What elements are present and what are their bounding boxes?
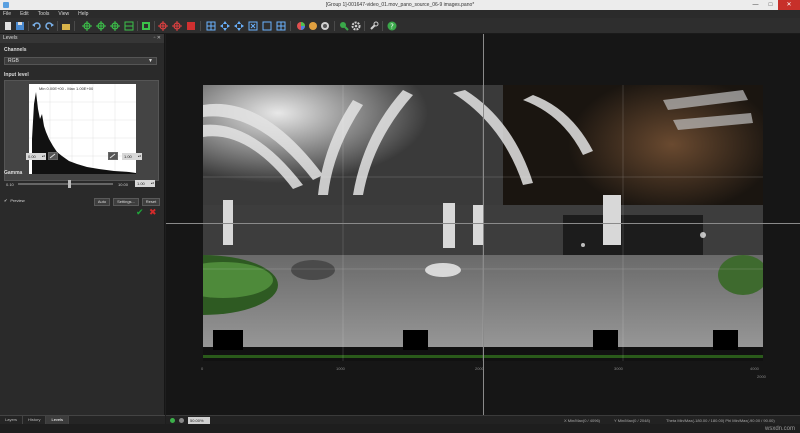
input-max-field[interactable]: 1.00 ▴▾	[122, 153, 142, 160]
reset-button[interactable]: Reset	[142, 198, 160, 206]
view-fit-icon[interactable]	[248, 21, 258, 31]
ruler-x-2000: 2000	[475, 366, 484, 371]
panel-tabs: Layers History Levels	[0, 415, 165, 424]
chevron-down-icon: ▼	[148, 58, 153, 64]
exposure-icon[interactable]	[308, 21, 318, 31]
input-min-field[interactable]: 0.00 ▴▾	[26, 153, 46, 160]
ruler-y-2000: 2000	[757, 374, 766, 379]
open-icon[interactable]	[61, 21, 71, 31]
menu-bar: File Edit Tools View Help	[0, 10, 800, 18]
search-icon[interactable]	[339, 21, 349, 31]
eyedropper-icon	[109, 153, 116, 159]
panel-header: Levels ▫ ✕	[0, 34, 164, 43]
input-min-value: 0.00	[28, 154, 36, 159]
stitch-icon[interactable]	[320, 21, 330, 31]
rotate-tool-icon[interactable]	[96, 21, 106, 31]
tab-levels[interactable]: Levels	[46, 416, 70, 424]
gamma-label: Gamma	[4, 170, 23, 176]
gamma-min-label: 0.10	[6, 182, 14, 187]
svg-text:?: ?	[390, 23, 394, 31]
gamma-value-field[interactable]: 1.00 ▴▾	[135, 180, 155, 187]
status-ok-icon	[170, 418, 175, 423]
panel-title: Levels	[3, 35, 18, 41]
channels-label: Channels	[4, 47, 27, 53]
minimize-button[interactable]: —	[748, 0, 763, 10]
menu-tools[interactable]: Tools	[38, 10, 50, 18]
crop-tool-icon[interactable]	[141, 21, 151, 31]
new-project-icon[interactable]	[3, 21, 13, 31]
status-bar: 50.00% X Min/Max(0 / 4096) Y Min/Max(0 /…	[166, 415, 800, 424]
view-top-icon[interactable]	[206, 21, 216, 31]
color-correction-icon[interactable]	[296, 21, 306, 31]
check-icon: ✔	[4, 198, 8, 203]
input-level-label: Input level	[4, 72, 29, 78]
preview-checkbox[interactable]: ✔ Preview	[4, 198, 25, 203]
white-point-picker[interactable]	[108, 152, 118, 160]
align-tool-icon[interactable]	[110, 21, 120, 31]
channels-value: RGB	[8, 58, 19, 64]
maximize-button[interactable]: □	[763, 0, 778, 10]
move-tool-icon[interactable]	[82, 21, 92, 31]
tab-history[interactable]: History	[23, 416, 47, 424]
auto-button[interactable]: Auto	[94, 198, 110, 206]
window-title: [Group 1]-001647-video_01.mov_pano_sourc…	[325, 2, 475, 8]
menu-edit[interactable]: Edit	[20, 10, 29, 18]
gamma-slider-handle[interactable]	[68, 180, 71, 188]
wrench-icon[interactable]	[369, 21, 379, 31]
view-actual-icon[interactable]	[262, 21, 272, 31]
histogram-graph	[29, 84, 136, 174]
menu-view[interactable]: View	[58, 10, 69, 18]
toolbar: ?	[0, 18, 800, 34]
undo-icon[interactable]	[32, 21, 42, 31]
zoom-field[interactable]: 50.00%	[188, 417, 210, 424]
view-grid-icon[interactable]	[276, 21, 286, 31]
window-titlebar: [Group 1]-001647-video_01.mov_pano_sourc…	[0, 0, 800, 10]
histogram-plot[interactable]: Min 0.00E+00 - Max 1.00E+00	[29, 84, 136, 174]
save-icon[interactable]	[15, 21, 25, 31]
status-angles: Theta Min/Max(-180.00 / 180.00) Phi Min/…	[666, 418, 775, 423]
ruler-x-0: 0	[201, 366, 204, 371]
help-icon[interactable]: ?	[387, 21, 397, 31]
bottom-strip: wsxdn.com	[0, 424, 800, 433]
eyedropper-icon	[49, 153, 56, 159]
tab-layers[interactable]: Layers	[0, 416, 24, 424]
mask-tool-icon[interactable]	[158, 21, 168, 31]
apply-check-icon[interactable]: ✔	[136, 208, 145, 217]
close-button[interactable]: ✕	[778, 0, 800, 10]
erase-mask-icon[interactable]	[172, 21, 182, 31]
gamma-value: 1.00	[137, 181, 145, 186]
panel-close-icon[interactable]: ▫ ✕	[154, 34, 161, 43]
gamma-slider-track[interactable]	[18, 183, 113, 185]
settings-button[interactable]: Settings...	[113, 198, 139, 206]
ruler-x-4000: 4000	[750, 366, 759, 371]
watermark: wsxdn.com	[764, 426, 795, 432]
gamma-max-label: 10.00	[118, 182, 129, 187]
clear-mask-icon[interactable]	[186, 21, 196, 31]
status-y-range: Y Min/Max(0 / 2048)	[614, 418, 650, 423]
status-x-range: X Min/Max(0 / 4096)	[564, 418, 601, 423]
menu-file[interactable]: File	[3, 10, 11, 18]
redo-icon[interactable]	[44, 21, 54, 31]
ruler-x-3000: 3000	[614, 366, 623, 371]
black-point-picker[interactable]	[48, 152, 58, 160]
ruler-x-1000: 1000	[336, 366, 345, 371]
histogram-minmax: Min 0.00E+00 - Max 1.00E+00	[39, 86, 94, 91]
preview-label: Preview	[10, 198, 25, 203]
input-max-value: 1.00	[124, 154, 132, 159]
horizon-tool-icon[interactable]	[124, 21, 134, 31]
view-zoom-icon[interactable]	[234, 21, 244, 31]
crosshair-vertical	[483, 34, 484, 415]
zoom-value: 50.00%	[190, 418, 204, 423]
menu-help[interactable]: Help	[78, 10, 88, 18]
status-mode-icon[interactable]	[179, 418, 184, 423]
gear-icon[interactable]	[351, 21, 361, 31]
crosshair-horizontal	[166, 223, 800, 224]
cancel-x-icon[interactable]: ✖	[149, 208, 158, 217]
channels-select[interactable]: RGB ▼	[4, 57, 157, 65]
histogram-frame: Min 0.00E+00 - Max 1.00E+00	[4, 80, 159, 181]
view-pan-icon[interactable]	[220, 21, 230, 31]
